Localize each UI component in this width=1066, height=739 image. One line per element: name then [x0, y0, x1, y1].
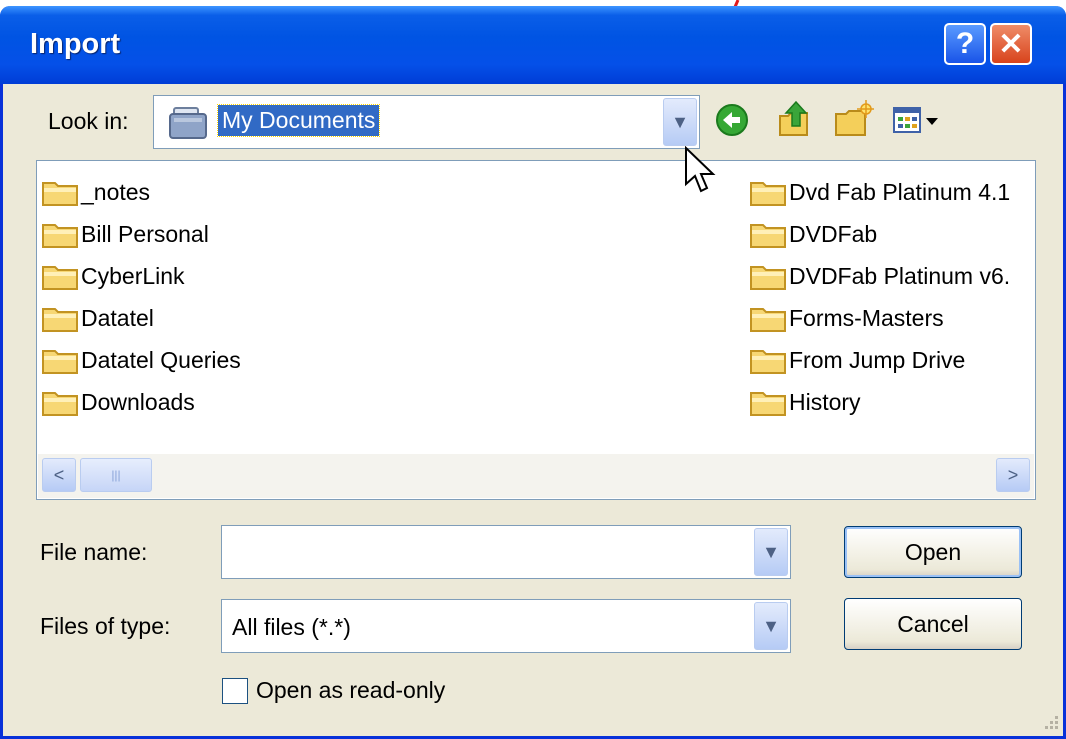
scroll-right-button[interactable]: >	[996, 458, 1030, 492]
folder-name: DVDFab	[789, 220, 878, 247]
folder-icon	[750, 350, 786, 374]
read-only-label: Open as read-only	[256, 677, 446, 703]
folder-name: CyberLink	[81, 262, 185, 289]
open-button[interactable]: Open	[844, 526, 1022, 578]
close-button[interactable]: ✕	[990, 23, 1032, 65]
resize-grip-icon[interactable]	[1038, 711, 1060, 733]
folder-item[interactable]: From Jump Drive	[749, 339, 1010, 381]
files-of-type-value: All files (*.*)	[232, 614, 351, 640]
scroll-left-button[interactable]: <	[42, 458, 76, 492]
chevron-down-icon[interactable]: ▼	[663, 98, 697, 146]
file-name-label: File name:	[40, 539, 148, 565]
my-documents-icon	[169, 107, 207, 139]
folder-item[interactable]: Dvd Fab Platinum 4.1	[749, 171, 1010, 213]
folder-name: DVDFab Platinum v6.	[789, 262, 1011, 289]
folder-name: Datatel	[81, 304, 154, 331]
back-icon[interactable]	[714, 100, 750, 140]
file-column-right: Dvd Fab Platinum 4.1 DVDFab DVDFab Plati…	[749, 171, 1010, 423]
dialog-title: Import	[30, 28, 121, 60]
folder-name: History	[789, 388, 861, 415]
read-only-option[interactable]: Open as read-only	[222, 677, 445, 704]
new-folder-icon[interactable]	[834, 100, 874, 140]
folder-icon	[750, 266, 786, 290]
lookin-dropdown[interactable]: My Documents ▼	[153, 95, 700, 149]
file-name-field[interactable]: ▼	[221, 525, 791, 579]
close-icon: ✕	[998, 27, 1024, 61]
folder-name: Bill Personal	[81, 220, 209, 247]
folder-icon	[42, 350, 78, 374]
folder-name: Forms-Masters	[789, 304, 944, 331]
folder-name: Dvd Fab Platinum 4.1	[789, 178, 1011, 205]
folder-item[interactable]: History	[749, 381, 1010, 423]
file-name-input[interactable]	[230, 536, 740, 568]
help-button[interactable]: ?	[944, 23, 986, 65]
lookin-label: Look in:	[48, 108, 129, 134]
files-of-type-label: Files of type:	[40, 613, 171, 639]
folder-icon	[42, 392, 78, 416]
view-menu-icon[interactable]	[892, 100, 944, 140]
folder-item[interactable]: Datatel Queries	[41, 339, 241, 381]
file-list[interactable]: _notes Bill Personal CyberLink Datatel D…	[36, 160, 1036, 500]
folder-item[interactable]: CyberLink	[41, 255, 241, 297]
folder-icon	[750, 182, 786, 206]
mouse-cursor-icon	[685, 146, 716, 193]
folder-name: _notes	[81, 178, 151, 205]
folder-item[interactable]: Datatel	[41, 297, 241, 339]
files-of-type-select[interactable]: All files (*.*) ▼	[221, 599, 791, 653]
title-bar: Import ? ✕	[0, 6, 1066, 84]
folder-name: From Jump Drive	[789, 346, 966, 373]
file-column-left: _notes Bill Personal CyberLink Datatel D…	[41, 171, 241, 423]
folder-item[interactable]: Bill Personal	[41, 213, 241, 255]
horizontal-scrollbar[interactable]: < ||| >	[38, 454, 1034, 498]
folder-item[interactable]: DVDFab	[749, 213, 1010, 255]
folder-name: Downloads	[81, 388, 195, 415]
folder-item[interactable]: Forms-Masters	[749, 297, 1010, 339]
cancel-button[interactable]: Cancel	[844, 598, 1022, 650]
lookin-value: My Documents	[216, 104, 381, 137]
folder-item[interactable]: DVDFab Platinum v6.	[749, 255, 1010, 297]
chevron-down-icon[interactable]: ▼	[754, 602, 788, 650]
folder-icon	[42, 266, 78, 290]
read-only-checkbox[interactable]	[222, 677, 248, 704]
folder-icon	[42, 224, 78, 248]
folder-icon	[42, 308, 78, 332]
folder-icon	[42, 182, 78, 206]
folder-icon	[750, 224, 786, 248]
help-icon: ?	[955, 27, 975, 60]
folder-item[interactable]: Downloads	[41, 381, 241, 423]
scroll-thumb[interactable]: |||	[80, 458, 152, 492]
folder-icon	[750, 308, 786, 332]
folder-name: Datatel Queries	[81, 346, 241, 373]
folder-icon	[750, 392, 786, 416]
chevron-down-icon[interactable]: ▼	[754, 528, 788, 576]
folder-item[interactable]: _notes	[41, 171, 241, 213]
up-folder-icon[interactable]	[776, 100, 812, 140]
